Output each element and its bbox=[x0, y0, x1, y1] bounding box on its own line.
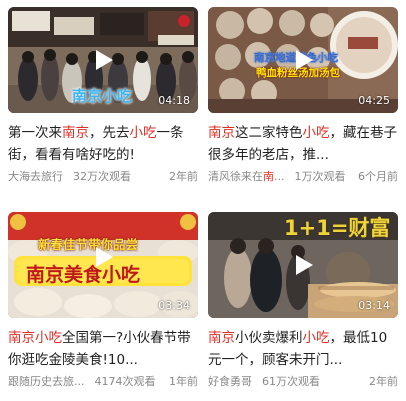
video-title[interactable]: 南京小伙卖爆利小吃，最低10元一个，顾客未开门... bbox=[208, 327, 398, 371]
video-card[interactable]: 南京地道特色小吃 鸭血粉丝汤加汤包 04:25 南京这二家特色小吃，藏在巷子很多… bbox=[208, 7, 398, 184]
video-duration: 03:34 bbox=[158, 299, 190, 312]
play-icon bbox=[296, 255, 313, 275]
video-card[interactable]: 新春佳节带你品尝 南京美食小吃 03:34 南京小吃全国第一?小伙春节带你逛吃金… bbox=[8, 212, 198, 389]
video-results-grid: 南京小吃 04:18 第一次来南京，先去小吃一条街，看看有啥好吃的! 大海去旅行… bbox=[0, 0, 406, 401]
upload-age: 1年前 bbox=[169, 375, 198, 388]
view-count: 61万次观看 bbox=[262, 375, 320, 388]
video-card[interactable]: 南京小吃 04:18 第一次来南京，先去小吃一条街，看看有啥好吃的! 大海去旅行… bbox=[8, 7, 198, 184]
play-icon bbox=[96, 50, 113, 70]
video-thumbnail[interactable]: 1+1=财富 03:14 bbox=[208, 212, 398, 318]
upload-age: 2年前 bbox=[369, 375, 398, 388]
channel-name[interactable]: 清风徐来在南... bbox=[208, 170, 285, 184]
video-title[interactable]: 南京这二家特色小吃，藏在巷子很多年的老店，推... bbox=[208, 122, 398, 166]
video-meta: 跟随历史去旅... 4174次观看 1年前 bbox=[8, 375, 198, 389]
video-thumbnail[interactable]: 南京地道特色小吃 鸭血粉丝汤加汤包 04:25 bbox=[208, 7, 398, 113]
play-icon bbox=[96, 247, 113, 267]
video-title[interactable]: 第一次来南京，先去小吃一条街，看看有啥好吃的! bbox=[8, 122, 198, 166]
thumbnail-overlay-text: 南京小吃 bbox=[72, 87, 133, 105]
video-meta: 清风徐来在南... 1万次观看 6个月前 bbox=[208, 170, 398, 184]
thumbnail-overlay-text: 1+1=财富 bbox=[284, 216, 391, 240]
view-count: 4174次观看 bbox=[94, 375, 156, 388]
view-count: 32万次观看 bbox=[73, 170, 131, 183]
video-meta: 好食勇哥 61万次观看 2年前 bbox=[208, 375, 398, 389]
channel-name[interactable]: 大海去旅行 bbox=[8, 170, 63, 184]
video-duration: 04:25 bbox=[358, 94, 390, 107]
view-count: 1万次观看 bbox=[294, 170, 346, 183]
upload-age: 2年前 bbox=[169, 170, 198, 183]
video-thumbnail[interactable]: 南京小吃 04:18 bbox=[8, 7, 198, 113]
video-thumbnail[interactable]: 新春佳节带你品尝 南京美食小吃 03:34 bbox=[8, 212, 198, 318]
thumbnail-overlay-subtext: 南京美食小吃 bbox=[26, 264, 141, 286]
thumbnail-overlay-text: 新春佳节带你品尝 bbox=[38, 237, 139, 252]
play-icon bbox=[296, 50, 313, 70]
channel-name[interactable]: 好食勇哥 bbox=[208, 375, 252, 389]
video-title[interactable]: 南京小吃全国第一?小伙春节带你逛吃金陵美食!10... bbox=[8, 327, 198, 371]
video-meta: 大海去旅行 32万次观看 2年前 bbox=[8, 170, 198, 184]
channel-name[interactable]: 跟随历史去旅... bbox=[8, 375, 85, 389]
video-card[interactable]: 1+1=财富 03:14 南京小伙卖爆利小吃，最低10元一个，顾客未开门... … bbox=[208, 212, 398, 389]
video-duration: 04:18 bbox=[158, 94, 190, 107]
video-duration: 03:14 bbox=[358, 299, 390, 312]
upload-age: 6个月前 bbox=[358, 170, 398, 183]
